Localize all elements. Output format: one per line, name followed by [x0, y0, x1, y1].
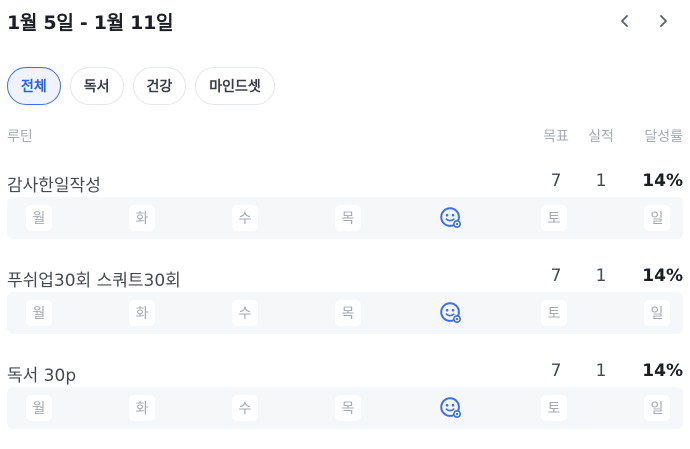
weekday-strip: 월화수목토일: [7, 197, 683, 239]
column-header-routine: 루틴: [7, 129, 33, 145]
routine-actual-count: 1: [595, 361, 607, 381]
day-label: 월: [32, 401, 46, 417]
routine-achievement-rate: 14%: [642, 266, 683, 286]
day-label: 일: [650, 211, 664, 227]
day-label: 월: [32, 211, 46, 227]
routine-tracker-page: 1월 5일 - 1월 11일 전체 독서 건강 마인드셋 루틴 목표 실적 달성…: [0, 0, 690, 449]
day-cell[interactable]: 월: [26, 395, 52, 421]
chevron-right-icon: [660, 15, 667, 27]
day-label: 화: [135, 401, 149, 417]
day-cell[interactable]: 일: [644, 205, 670, 231]
date-range-title: 1월 5일 - 1월 11일: [7, 11, 174, 34]
day-completed-cell[interactable]: [438, 395, 464, 421]
smiley-check-icon: [440, 207, 462, 229]
day-cell[interactable]: 일: [644, 395, 670, 421]
day-label: 일: [650, 306, 664, 322]
day-label: 토: [547, 211, 561, 227]
filter-chip-mindset[interactable]: 마인드셋: [195, 67, 275, 105]
day-completed-cell[interactable]: [438, 205, 464, 231]
day-cell[interactable]: 토: [541, 395, 567, 421]
category-filter-chips: 전체 독서 건강 마인드셋: [7, 67, 275, 105]
next-week-button[interactable]: [651, 9, 675, 33]
routine-actual-count: 1: [595, 171, 607, 191]
day-label: 목: [341, 211, 355, 227]
routine-summary-row: 푸쉬업30회 스쿼트30회 7 1 14%: [7, 265, 683, 291]
day-cell[interactable]: 일: [644, 300, 670, 326]
day-cell[interactable]: 수: [232, 395, 258, 421]
routine-item[interactable]: 독서 30p 7 1 14% 월 화 수 목 토 일: [7, 360, 683, 440]
day-cell[interactable]: 목: [335, 300, 361, 326]
weekday-strip: 월화수목토일: [7, 292, 683, 334]
table-header: 루틴 목표 실적 달성률: [7, 126, 683, 146]
day-label: 월: [32, 306, 46, 322]
routine-goal-count: 7: [550, 361, 562, 381]
day-cell[interactable]: 월: [26, 205, 52, 231]
header: 1월 5일 - 1월 11일: [7, 6, 683, 36]
day-cell[interactable]: 목: [335, 395, 361, 421]
routine-summary-row: 독서 30p 7 1 14%: [7, 360, 683, 386]
day-completed-cell[interactable]: [438, 300, 464, 326]
day-label: 토: [547, 306, 561, 322]
day-cell[interactable]: 화: [129, 205, 155, 231]
day-cell[interactable]: 수: [232, 205, 258, 231]
day-label: 화: [135, 306, 149, 322]
day-label: 목: [341, 401, 355, 417]
column-header-rate: 달성률: [644, 129, 683, 145]
routine-achievement-rate: 14%: [642, 171, 683, 191]
routine-name: 독서 30p: [7, 366, 77, 386]
day-label: 수: [238, 306, 252, 322]
day-cell[interactable]: 토: [541, 300, 567, 326]
day-cell[interactable]: 월: [26, 300, 52, 326]
day-label: 수: [238, 211, 252, 227]
previous-week-button[interactable]: [613, 9, 637, 33]
routine-item[interactable]: 감사한일작성 7 1 14% 월 화 수 목 토 일: [7, 170, 683, 250]
routine-name: 푸쉬업30회 스쿼트30회: [7, 271, 181, 291]
day-label: 수: [238, 401, 252, 417]
day-label: 목: [341, 306, 355, 322]
week-nav: [613, 9, 675, 33]
day-cell[interactable]: 토: [541, 205, 567, 231]
smiley-check-icon: [440, 302, 462, 324]
day-cell[interactable]: 수: [232, 300, 258, 326]
column-header-actual: 실적: [588, 129, 614, 145]
routine-summary-row: 감사한일작성 7 1 14%: [7, 170, 683, 196]
smiley-check-icon: [440, 397, 462, 419]
day-cell[interactable]: 목: [335, 205, 361, 231]
filter-chip-all[interactable]: 전체: [7, 67, 61, 105]
routine-achievement-rate: 14%: [642, 361, 683, 381]
day-cell[interactable]: 화: [129, 395, 155, 421]
routine-actual-count: 1: [595, 266, 607, 286]
routine-item[interactable]: 푸쉬업30회 스쿼트30회 7 1 14% 월 화 수 목 토 일: [7, 265, 683, 345]
routine-goal-count: 7: [550, 171, 562, 191]
weekday-strip: 월화수목토일: [7, 387, 683, 429]
filter-chip-reading[interactable]: 독서: [69, 67, 124, 105]
filter-chip-health[interactable]: 건강: [132, 67, 187, 105]
day-label: 화: [135, 211, 149, 227]
day-label: 일: [650, 401, 664, 417]
day-cell[interactable]: 화: [129, 300, 155, 326]
chevron-left-icon: [621, 15, 628, 27]
routine-goal-count: 7: [550, 266, 562, 286]
column-header-goal: 목표: [543, 129, 569, 145]
routine-name: 감사한일작성: [7, 176, 101, 196]
day-label: 토: [547, 401, 561, 417]
